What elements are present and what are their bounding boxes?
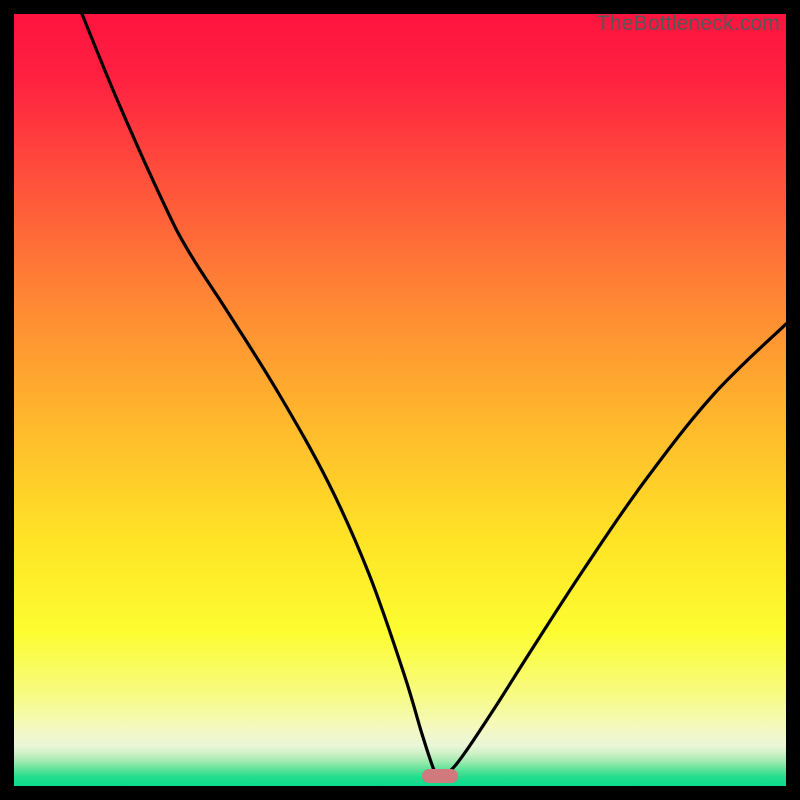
optimal-point-marker <box>422 769 458 783</box>
chart-frame: TheBottleneck.com <box>14 14 786 786</box>
watermark-label: TheBottleneck.com <box>597 12 780 36</box>
background-gradient <box>14 14 786 786</box>
